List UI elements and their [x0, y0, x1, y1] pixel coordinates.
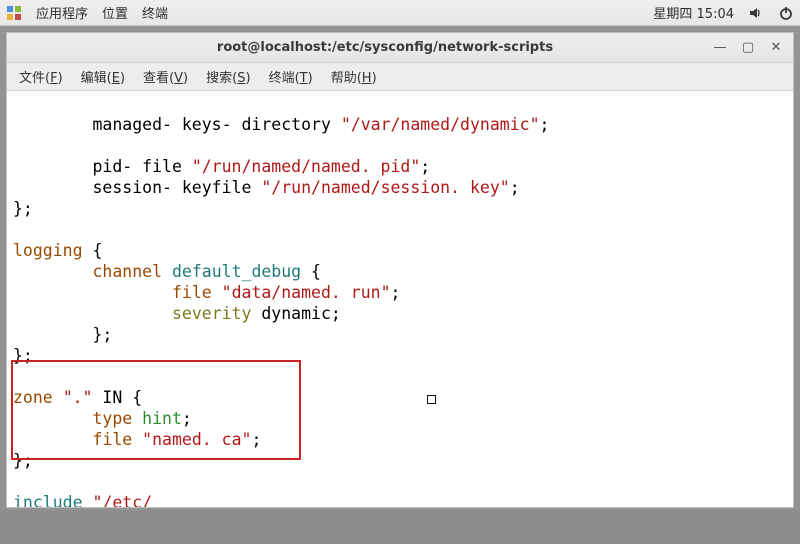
panel-applications[interactable]: 应用程序	[36, 3, 88, 22]
volume-icon[interactable]	[748, 5, 764, 21]
menu-help[interactable]: 帮助(H)	[323, 64, 385, 89]
top-panel: 应用程序 位置 终端 星期四 15:04	[0, 0, 800, 26]
titlebar[interactable]: root@localhost:/etc/sysconfig/network-sc…	[7, 33, 793, 63]
menu-edit[interactable]: 编辑(E)	[73, 64, 133, 89]
panel-places[interactable]: 位置	[102, 3, 128, 22]
panel-terminal[interactable]: 终端	[142, 3, 168, 22]
power-icon[interactable]	[778, 5, 794, 21]
minimize-button[interactable]: —	[713, 40, 727, 55]
menu-view[interactable]: 查看(V)	[135, 64, 196, 89]
menu-search[interactable]: 搜索(S)	[198, 64, 258, 89]
cropped-bottom	[0, 510, 800, 544]
window-title: root@localhost:/etc/sysconfig/network-sc…	[67, 40, 703, 55]
terminal-window: root@localhost:/etc/sysconfig/network-sc…	[6, 32, 794, 508]
menu-file[interactable]: 文件(F)	[11, 64, 71, 89]
menu-terminal[interactable]: 终端(T)	[261, 64, 321, 89]
editor-content: managed- keys- directory "/var/named/dyn…	[7, 91, 793, 507]
activities-icon[interactable]	[6, 5, 22, 21]
menubar: 文件(F) 编辑(E) 查看(V) 搜索(S) 终端(T) 帮助(H)	[7, 63, 793, 91]
maximize-button[interactable]: ▢	[741, 40, 755, 55]
panel-clock[interactable]: 星期四 15:04	[653, 3, 734, 22]
editor-area[interactable]: managed- keys- directory "/var/named/dyn…	[7, 91, 793, 507]
close-button[interactable]: ✕	[769, 40, 783, 55]
